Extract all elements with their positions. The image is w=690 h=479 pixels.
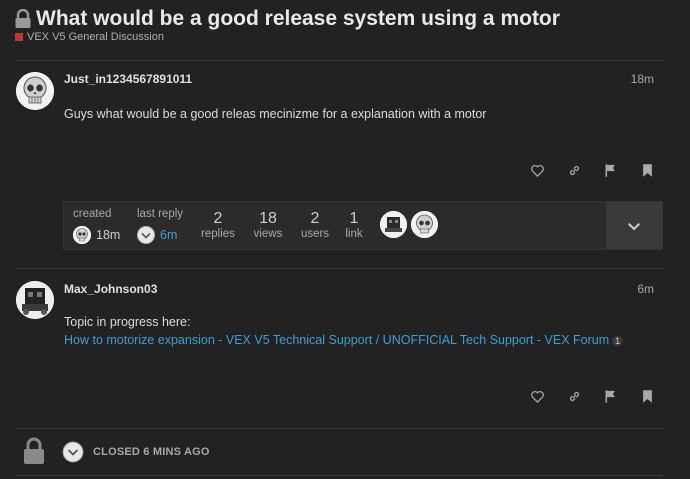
link-icon[interactable]	[565, 161, 583, 179]
divider	[16, 268, 663, 269]
expand-topic-map-button[interactable]	[606, 202, 662, 249]
views-stat: 18 views	[250, 210, 286, 240]
category-name: VEX V5 General Discussion	[27, 31, 164, 43]
flag-icon[interactable]	[601, 387, 619, 405]
created-time: 18m	[96, 228, 121, 242]
divider	[16, 60, 663, 61]
views-count: 18	[259, 210, 277, 227]
skull-avatar-icon	[16, 72, 54, 110]
post-time[interactable]: 6m	[637, 282, 654, 296]
users-count: 2	[310, 210, 320, 227]
topic-link[interactable]: How to motorize expansion - VEX V5 Techn…	[64, 333, 609, 347]
divider	[16, 475, 663, 476]
post-body: Guys what would be a good releas meciniz…	[64, 107, 487, 121]
users-label: users	[300, 228, 330, 240]
last-reply-label: last reply	[137, 208, 184, 220]
avatar[interactable]	[16, 72, 54, 110]
post-username[interactable]: Just_in1234567891011	[64, 72, 192, 86]
topic-title-row: What would be a good release system usin…	[14, 6, 560, 32]
created-info[interactable]: 18m	[73, 226, 120, 244]
post-intro: Topic in progress here:	[64, 315, 191, 329]
bookmark-icon[interactable]	[638, 387, 656, 405]
post-username[interactable]: Max_Johnson03	[64, 282, 157, 296]
divider	[16, 428, 663, 429]
created-label: created	[73, 208, 112, 220]
lock-icon	[22, 437, 46, 470]
links-label: link	[345, 228, 363, 240]
link-icon[interactable]	[565, 387, 583, 405]
chevron-down-icon	[62, 441, 84, 468]
closed-notice: CLOSED 6 MINS AGO	[93, 446, 210, 458]
views-label: views	[253, 228, 283, 240]
users-stat: 2 users	[297, 210, 333, 240]
links-stat: 1 link	[336, 210, 372, 240]
category-color-swatch	[15, 33, 23, 41]
replies-count: 2	[213, 210, 223, 227]
topic-map: created 18m last reply 6m 2 replies 18 v…	[63, 201, 663, 250]
heart-icon[interactable]	[528, 387, 546, 405]
robot-avatar-icon	[380, 211, 407, 238]
lock-icon	[15, 9, 31, 28]
post-time[interactable]: 18m	[631, 72, 654, 86]
post-link-row: How to motorize expansion - VEX V5 Techn…	[64, 331, 624, 350]
participant-avatar[interactable]	[380, 211, 407, 238]
avatar[interactable]	[16, 281, 54, 319]
skull-avatar-icon	[411, 211, 438, 238]
last-reply-info[interactable]: 6m	[137, 226, 177, 244]
chevron-down-icon	[137, 226, 155, 244]
skull-avatar-icon	[73, 226, 91, 244]
replies-stat: 2 replies	[200, 210, 236, 240]
chevron-down-icon	[628, 222, 640, 230]
robot-avatar-icon	[16, 281, 54, 319]
replies-label: replies	[201, 228, 235, 240]
link-click-count: 1	[612, 335, 624, 346]
participant-avatar[interactable]	[411, 211, 438, 238]
category-badge[interactable]: VEX V5 General Discussion	[15, 31, 164, 43]
last-reply-time: 6m	[160, 228, 178, 242]
page-title[interactable]: What would be a good release system usin…	[36, 7, 560, 31]
heart-icon[interactable]	[528, 161, 546, 179]
bookmark-icon[interactable]	[638, 161, 656, 179]
links-count: 1	[349, 210, 359, 227]
flag-icon[interactable]	[601, 161, 619, 179]
